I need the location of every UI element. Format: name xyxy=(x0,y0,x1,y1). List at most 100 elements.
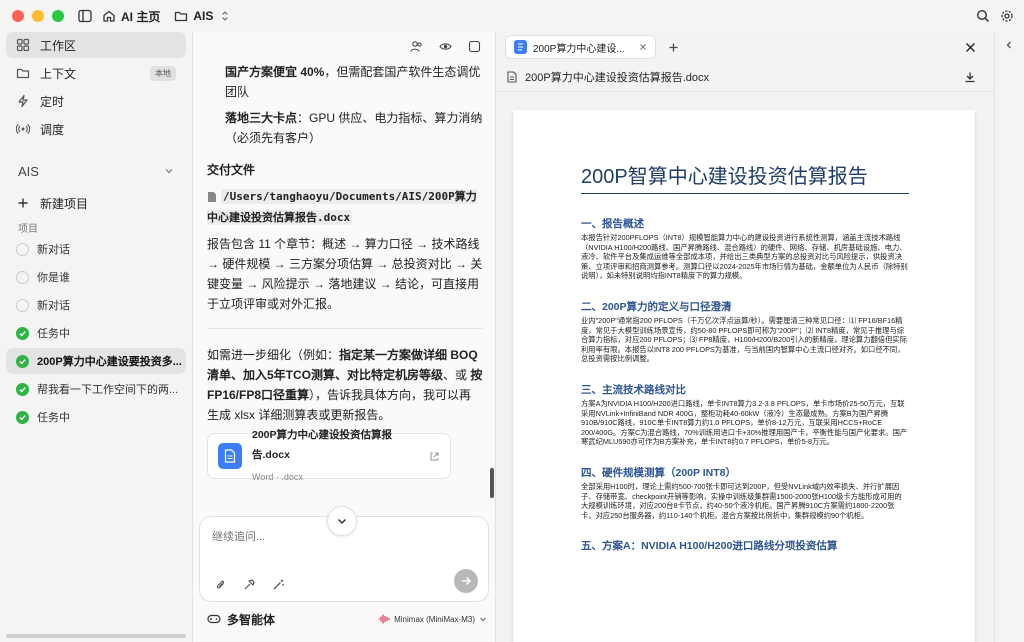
new-project-button[interactable]: 新建项目 xyxy=(6,190,186,216)
doc-tab-label: 200P算力中心建设... xyxy=(533,43,625,55)
home-nav[interactable]: AI 主页 xyxy=(102,8,160,25)
panel-icon[interactable] xyxy=(468,40,481,53)
sidebar-item-dispatch[interactable]: 调度 xyxy=(6,116,186,142)
plus-icon xyxy=(16,196,30,210)
chat-toolbar xyxy=(410,40,481,53)
projects-label: 项目 xyxy=(18,223,38,235)
magic-wand-icon[interactable] xyxy=(272,578,285,591)
hammer-icon[interactable] xyxy=(243,578,256,591)
close-window-button[interactable] xyxy=(12,10,24,22)
sidebar-item-label: 定时 xyxy=(40,94,65,109)
file-icon xyxy=(207,191,217,203)
doc-file-path-bar: 200P算力中心建设投资估算报告.docx xyxy=(497,62,994,92)
sidebar-scrollbar[interactable] xyxy=(6,634,186,638)
app-window: AI 主页 AIS 工作区 上下文 本地 定时 调度 AIS 新建项目 项目 新… xyxy=(0,0,1024,642)
file-path-code[interactable]: /Users/tanghaoyu/Documents/AIS/200P算力中心建… xyxy=(207,189,477,225)
task-label: 200P算力中心建设要投资多... xyxy=(37,356,182,368)
chat-scrollbar[interactable] xyxy=(490,468,494,498)
check-circle-icon xyxy=(16,326,29,340)
agent-selector[interactable]: 多智能体 xyxy=(207,611,275,628)
file-icon xyxy=(507,70,517,83)
sidebar-item-context[interactable]: 上下文 本地 xyxy=(6,60,186,86)
section-heading: 一、报告概述 xyxy=(581,218,644,230)
task-item-active[interactable]: 200P算力中心建设要投资多... xyxy=(6,348,186,374)
chevron-down-icon xyxy=(336,515,348,527)
message-input[interactable] xyxy=(212,531,442,543)
task-item[interactable]: 任务中 xyxy=(6,404,186,430)
new-tab-icon[interactable] xyxy=(668,42,679,53)
home-icon xyxy=(102,9,116,23)
composer-tools xyxy=(214,578,285,591)
open-external-icon[interactable] xyxy=(429,451,440,462)
check-circle-icon xyxy=(16,410,29,424)
title-bar: AI 主页 AIS xyxy=(0,0,1024,32)
close-tab-icon[interactable] xyxy=(639,43,647,51)
workspace-title: AIS xyxy=(18,163,39,179)
bullet-blockers-bold: 落地三大卡点 xyxy=(225,111,298,125)
scroll-to-bottom-button[interactable] xyxy=(327,506,357,536)
doc-tab-bar: 200P算力中心建设... xyxy=(497,32,994,62)
section-heading: 四、硬件规模测算（200P INT8） xyxy=(581,466,737,479)
delivery-heading: 交付文件 xyxy=(207,163,256,177)
message-content: 国产方案便宜 40%，但需配套国产软件生态调优团队 落地三大卡点：GPU 供应、… xyxy=(207,62,483,482)
task-item[interactable]: 任务中 xyxy=(6,320,186,346)
model-label: Minimax (MiniMax-M3) xyxy=(394,614,475,624)
download-icon[interactable] xyxy=(964,71,976,83)
close-panel-icon[interactable] xyxy=(965,42,976,53)
section-body: 方案A为NVIDIA H100/H200进口路线，单卡INT8算力3.2-3.8… xyxy=(581,398,908,447)
bullet-cost: 国产方案便宜 40%，但需配套国产软件生态调优团队 xyxy=(207,62,483,102)
chevron-down-icon xyxy=(479,615,487,623)
bullet-blockers: 落地三大卡点：GPU 供应、电力指标、算力消纳（必须先有客户） xyxy=(207,108,483,148)
document-title: 200P智算中心建设投资估算报告 xyxy=(581,160,909,194)
gear-icon[interactable] xyxy=(1000,9,1014,23)
task-item[interactable]: 你是谁 xyxy=(6,264,186,290)
task-label: 新对话 xyxy=(37,300,70,312)
send-button[interactable] xyxy=(454,569,478,593)
agent-label: 多智能体 xyxy=(227,612,276,627)
pending-status-icon xyxy=(16,242,29,256)
task-label: 任务中 xyxy=(37,328,70,340)
sidebar-toggle-icon[interactable] xyxy=(78,9,92,23)
task-label: 任务中 xyxy=(37,412,70,424)
workspace-section-header[interactable]: AIS xyxy=(0,158,192,184)
file-card[interactable]: 200P算力中心建设投资估算报告.docx Word · .docx xyxy=(207,429,451,482)
bolt-icon xyxy=(16,94,30,108)
chevron-left-icon[interactable] xyxy=(1004,40,1014,50)
gamepad-icon xyxy=(207,613,221,625)
local-badge: 本地 xyxy=(150,65,176,81)
eye-icon[interactable] xyxy=(439,40,452,53)
sidebar: 工作区 上下文 本地 定时 调度 AIS 新建项目 项目 新对话 你是谁 新对话… xyxy=(0,32,192,642)
document-icon xyxy=(514,40,527,54)
sidebar-item-label: 工作区 xyxy=(40,38,77,53)
users-icon[interactable] xyxy=(410,40,423,53)
task-item[interactable]: 帮我看一下工作空间下的两... xyxy=(6,376,186,402)
search-icon[interactable] xyxy=(976,9,990,23)
sidebar-item-workspace[interactable]: 工作区 xyxy=(6,32,186,58)
sidebar-item-schedule[interactable]: 定时 xyxy=(6,88,186,114)
folder-selector[interactable]: AIS xyxy=(174,9,232,23)
model-selector[interactable]: Minimax (MiniMax-M3) xyxy=(378,614,487,624)
chat-panel: 国产方案便宜 40%，但需配套国产软件生态调优团队 落地三大卡点：GPU 供应、… xyxy=(192,32,496,642)
folder-icon xyxy=(174,9,188,23)
document-page: 200P智算中心建设投资估算报告 一、报告概述 本报告针对200PFLOPS（I… xyxy=(513,110,975,642)
file-path-line: /Users/tanghaoyu/Documents/AIS/200P算力中心建… xyxy=(207,186,483,228)
task-label: 新对话 xyxy=(37,244,70,256)
folder-icon xyxy=(16,66,30,80)
message-divider xyxy=(207,328,483,329)
maximize-window-button[interactable] xyxy=(52,10,64,22)
doc-tab[interactable]: 200P算力中心建设... xyxy=(505,35,656,59)
minimize-window-button[interactable] xyxy=(32,10,44,22)
task-item[interactable]: 新对话 xyxy=(6,236,186,262)
attach-icon[interactable] xyxy=(214,578,227,591)
chevron-down-icon xyxy=(164,166,174,176)
window-controls xyxy=(12,10,64,22)
waveform-icon xyxy=(378,614,390,624)
pending-status-icon xyxy=(16,298,29,312)
section-heading: 二、200P算力的定义与口径澄清 xyxy=(581,300,732,313)
task-label: 你是谁 xyxy=(37,272,70,284)
arrow-right-icon xyxy=(460,575,472,587)
section-heading: 五、方案A：NVIDIA H100/H200进口路线分项投资估算 xyxy=(581,540,838,553)
right-collapsed-panel xyxy=(994,32,1024,642)
task-item[interactable]: 新对话 xyxy=(6,292,186,318)
check-circle-icon xyxy=(16,354,29,368)
